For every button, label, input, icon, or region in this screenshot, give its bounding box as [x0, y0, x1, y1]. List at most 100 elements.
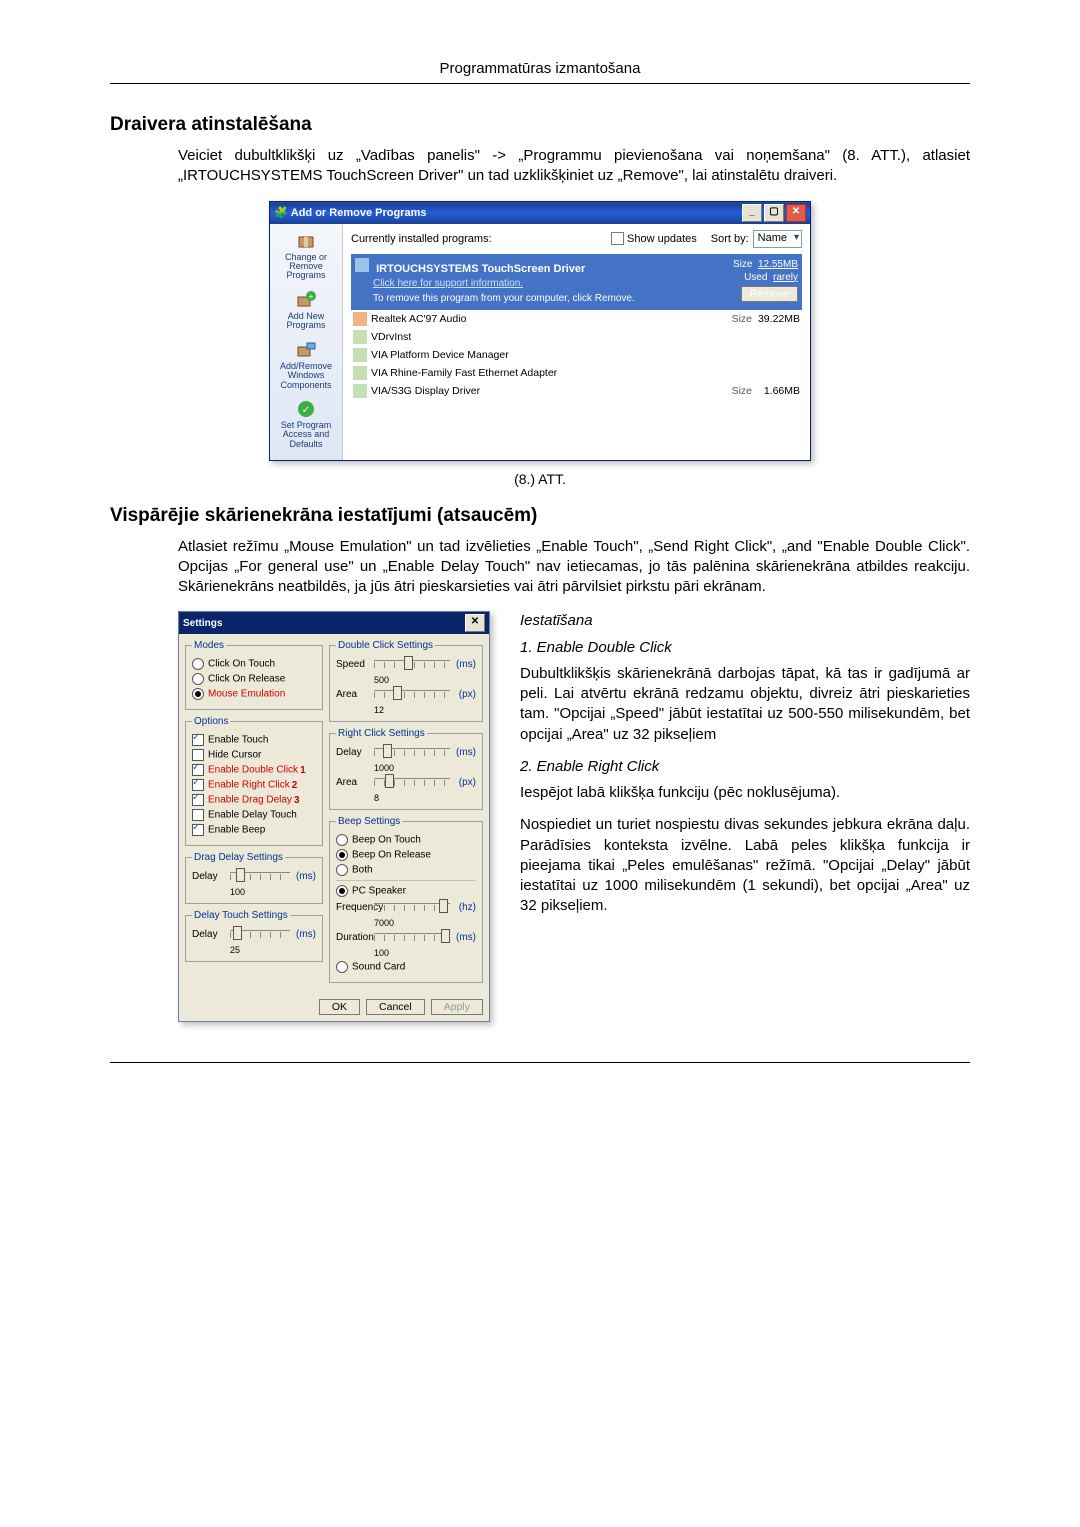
- duration-slider[interactable]: Duration (ms): [336, 930, 476, 944]
- check-enable-right-click[interactable]: [192, 779, 204, 791]
- size-label: Size: [726, 313, 752, 325]
- slider-unit: (ms): [290, 929, 316, 940]
- installer-icon: [353, 330, 367, 344]
- radio-click-on-touch[interactable]: [192, 658, 204, 670]
- double-click-group: Double Click Settings Speed (ms) 500 Are…: [329, 640, 483, 722]
- slider-value: 1000: [374, 763, 476, 773]
- sort-by-select[interactable]: Name: [753, 230, 802, 248]
- radio-beep-on-release[interactable]: [336, 849, 348, 861]
- item1-body: Dubultklikšķis skārienekrānā darbojas tā…: [520, 664, 970, 745]
- check-enable-drag-delay[interactable]: [192, 794, 204, 806]
- program-row[interactable]: VIA Platform Device Manager: [351, 346, 802, 364]
- area-slider[interactable]: Area (px): [336, 687, 476, 701]
- program-row[interactable]: Realtek AC'97 Audio Size 39.22MB: [351, 310, 802, 328]
- slider-unit: (ms): [290, 871, 316, 882]
- sidebar-change-remove[interactable]: Change or Remove Programs: [272, 228, 340, 287]
- program-list-pane: Currently installed programs: Show updat…: [343, 224, 810, 460]
- add-remove-window: 🧩 Add or Remove Programs _ ▢ ✕ Change or…: [269, 201, 811, 461]
- radio-click-on-release[interactable]: [192, 673, 204, 685]
- radio-beep-on-touch[interactable]: [336, 834, 348, 846]
- show-updates-checkbox[interactable]: [611, 232, 624, 245]
- selected-program[interactable]: Size 12.55MB Used rarely Remove IRTOUCHS…: [351, 254, 802, 310]
- radio-sound-card[interactable]: [336, 961, 348, 973]
- bottom-rule: [110, 1062, 970, 1063]
- option-label: Enable Double Click: [208, 765, 298, 776]
- program-name: VDrvInst: [371, 331, 411, 343]
- rc-area-slider[interactable]: Area (px): [336, 775, 476, 789]
- ok-button[interactable]: OK: [319, 999, 360, 1015]
- package-icon: [295, 231, 317, 251]
- iestat-heading: Iestatīšana: [520, 611, 970, 631]
- support-link[interactable]: Click here for support information.: [373, 278, 523, 289]
- item2-body1: Iespējot labā klikšķa funkciju (pēc nokl…: [520, 783, 970, 803]
- rc-delay-slider[interactable]: Delay (ms): [336, 745, 476, 759]
- group-legend: Options: [192, 716, 230, 727]
- drag-delay-slider[interactable]: Delay (ms): [192, 869, 316, 883]
- program-row[interactable]: VIA/S3G Display Driver Size 1.66MB: [351, 382, 802, 400]
- minimize-icon[interactable]: _: [742, 204, 762, 222]
- callout-number: 1: [300, 765, 306, 776]
- slider-unit: (px): [450, 777, 476, 788]
- option-label: Sound Card: [352, 962, 405, 973]
- close-icon[interactable]: ✕: [786, 204, 806, 222]
- close-icon[interactable]: ✕: [465, 614, 485, 632]
- check-enable-touch[interactable]: [192, 734, 204, 746]
- size-value: 39.22MB: [752, 313, 800, 325]
- window-titlebar: 🧩 Add or Remove Programs _ ▢ ✕: [270, 202, 810, 224]
- radio-beep-both[interactable]: [336, 864, 348, 876]
- sidebar-add-new[interactable]: + Add New Programs: [272, 287, 340, 337]
- program-row[interactable]: VDrvInst: [351, 328, 802, 346]
- group-legend: Right Click Settings: [336, 728, 427, 739]
- slider-value: 12: [374, 705, 476, 715]
- speed-slider[interactable]: Speed (ms): [336, 657, 476, 671]
- radio-pc-speaker[interactable]: [336, 885, 348, 897]
- slider-value: 8: [374, 793, 476, 803]
- section1-title: Draivera atinstalēšana: [110, 114, 970, 136]
- option-label: Click On Release: [208, 674, 285, 685]
- program-access-icon: ✓: [295, 399, 317, 419]
- options-group: Options Enable Touch Hide Cursor Enable …: [185, 716, 323, 846]
- radio-mouse-emulation[interactable]: [192, 688, 204, 700]
- check-enable-double-click[interactable]: [192, 764, 204, 776]
- frequency-slider[interactable]: Frequency (hz): [336, 900, 476, 914]
- sidebar-windows-components[interactable]: Add/Remove Windows Components: [272, 337, 340, 396]
- option-label: Enable Touch: [208, 735, 268, 746]
- right-click-group: Right Click Settings Delay (ms) 1000 Are…: [329, 728, 483, 810]
- settings-title-text: Settings: [183, 618, 222, 629]
- window-title: Add or Remove Programs: [291, 207, 427, 219]
- show-updates-label: Show updates: [627, 233, 697, 245]
- program-name: VIA Platform Device Manager: [371, 349, 509, 361]
- windows-components-icon: [295, 340, 317, 360]
- slider-label: Area: [336, 689, 374, 700]
- delay-touch-slider[interactable]: Delay (ms): [192, 927, 316, 941]
- item1-title: 1. Enable Double Click: [520, 638, 970, 658]
- size-label: Size: [733, 259, 752, 270]
- callout-number: 2: [292, 780, 298, 791]
- group-legend: Drag Delay Settings: [192, 852, 285, 863]
- check-enable-delay-touch[interactable]: [192, 809, 204, 821]
- apply-button[interactable]: Apply: [431, 999, 483, 1015]
- size-label: Size: [726, 385, 752, 397]
- slider-label: Speed: [336, 659, 374, 670]
- check-enable-beep[interactable]: [192, 824, 204, 836]
- option-label: Both: [352, 865, 373, 876]
- maximize-icon[interactable]: ▢: [764, 204, 784, 222]
- option-label: Enable Beep: [208, 825, 265, 836]
- option-label: Enable Delay Touch: [208, 810, 297, 821]
- cancel-button[interactable]: Cancel: [366, 999, 425, 1015]
- group-legend: Delay Touch Settings: [192, 910, 290, 921]
- sidebar-item-label: Change or Remove Programs: [285, 252, 327, 281]
- remove-button[interactable]: Remove: [741, 286, 798, 302]
- check-hide-cursor[interactable]: [192, 749, 204, 761]
- option-label: Hide Cursor: [208, 750, 261, 761]
- slider-unit: (ms): [450, 747, 476, 758]
- slider-value: 500: [374, 675, 476, 685]
- slider-label: Delay: [336, 747, 374, 758]
- option-label: Click On Touch: [208, 659, 275, 670]
- device-icon: [353, 348, 367, 362]
- sidebar-set-access[interactable]: ✓ Set Program Access and Defaults: [272, 396, 340, 455]
- sidebar-item-label: Set Program Access and Defaults: [281, 420, 332, 449]
- slider-label: Area: [336, 777, 374, 788]
- program-row[interactable]: VIA Rhine-Family Fast Ethernet Adapter: [351, 364, 802, 382]
- modes-group: Modes Click On Touch Click On Release Mo…: [185, 640, 323, 710]
